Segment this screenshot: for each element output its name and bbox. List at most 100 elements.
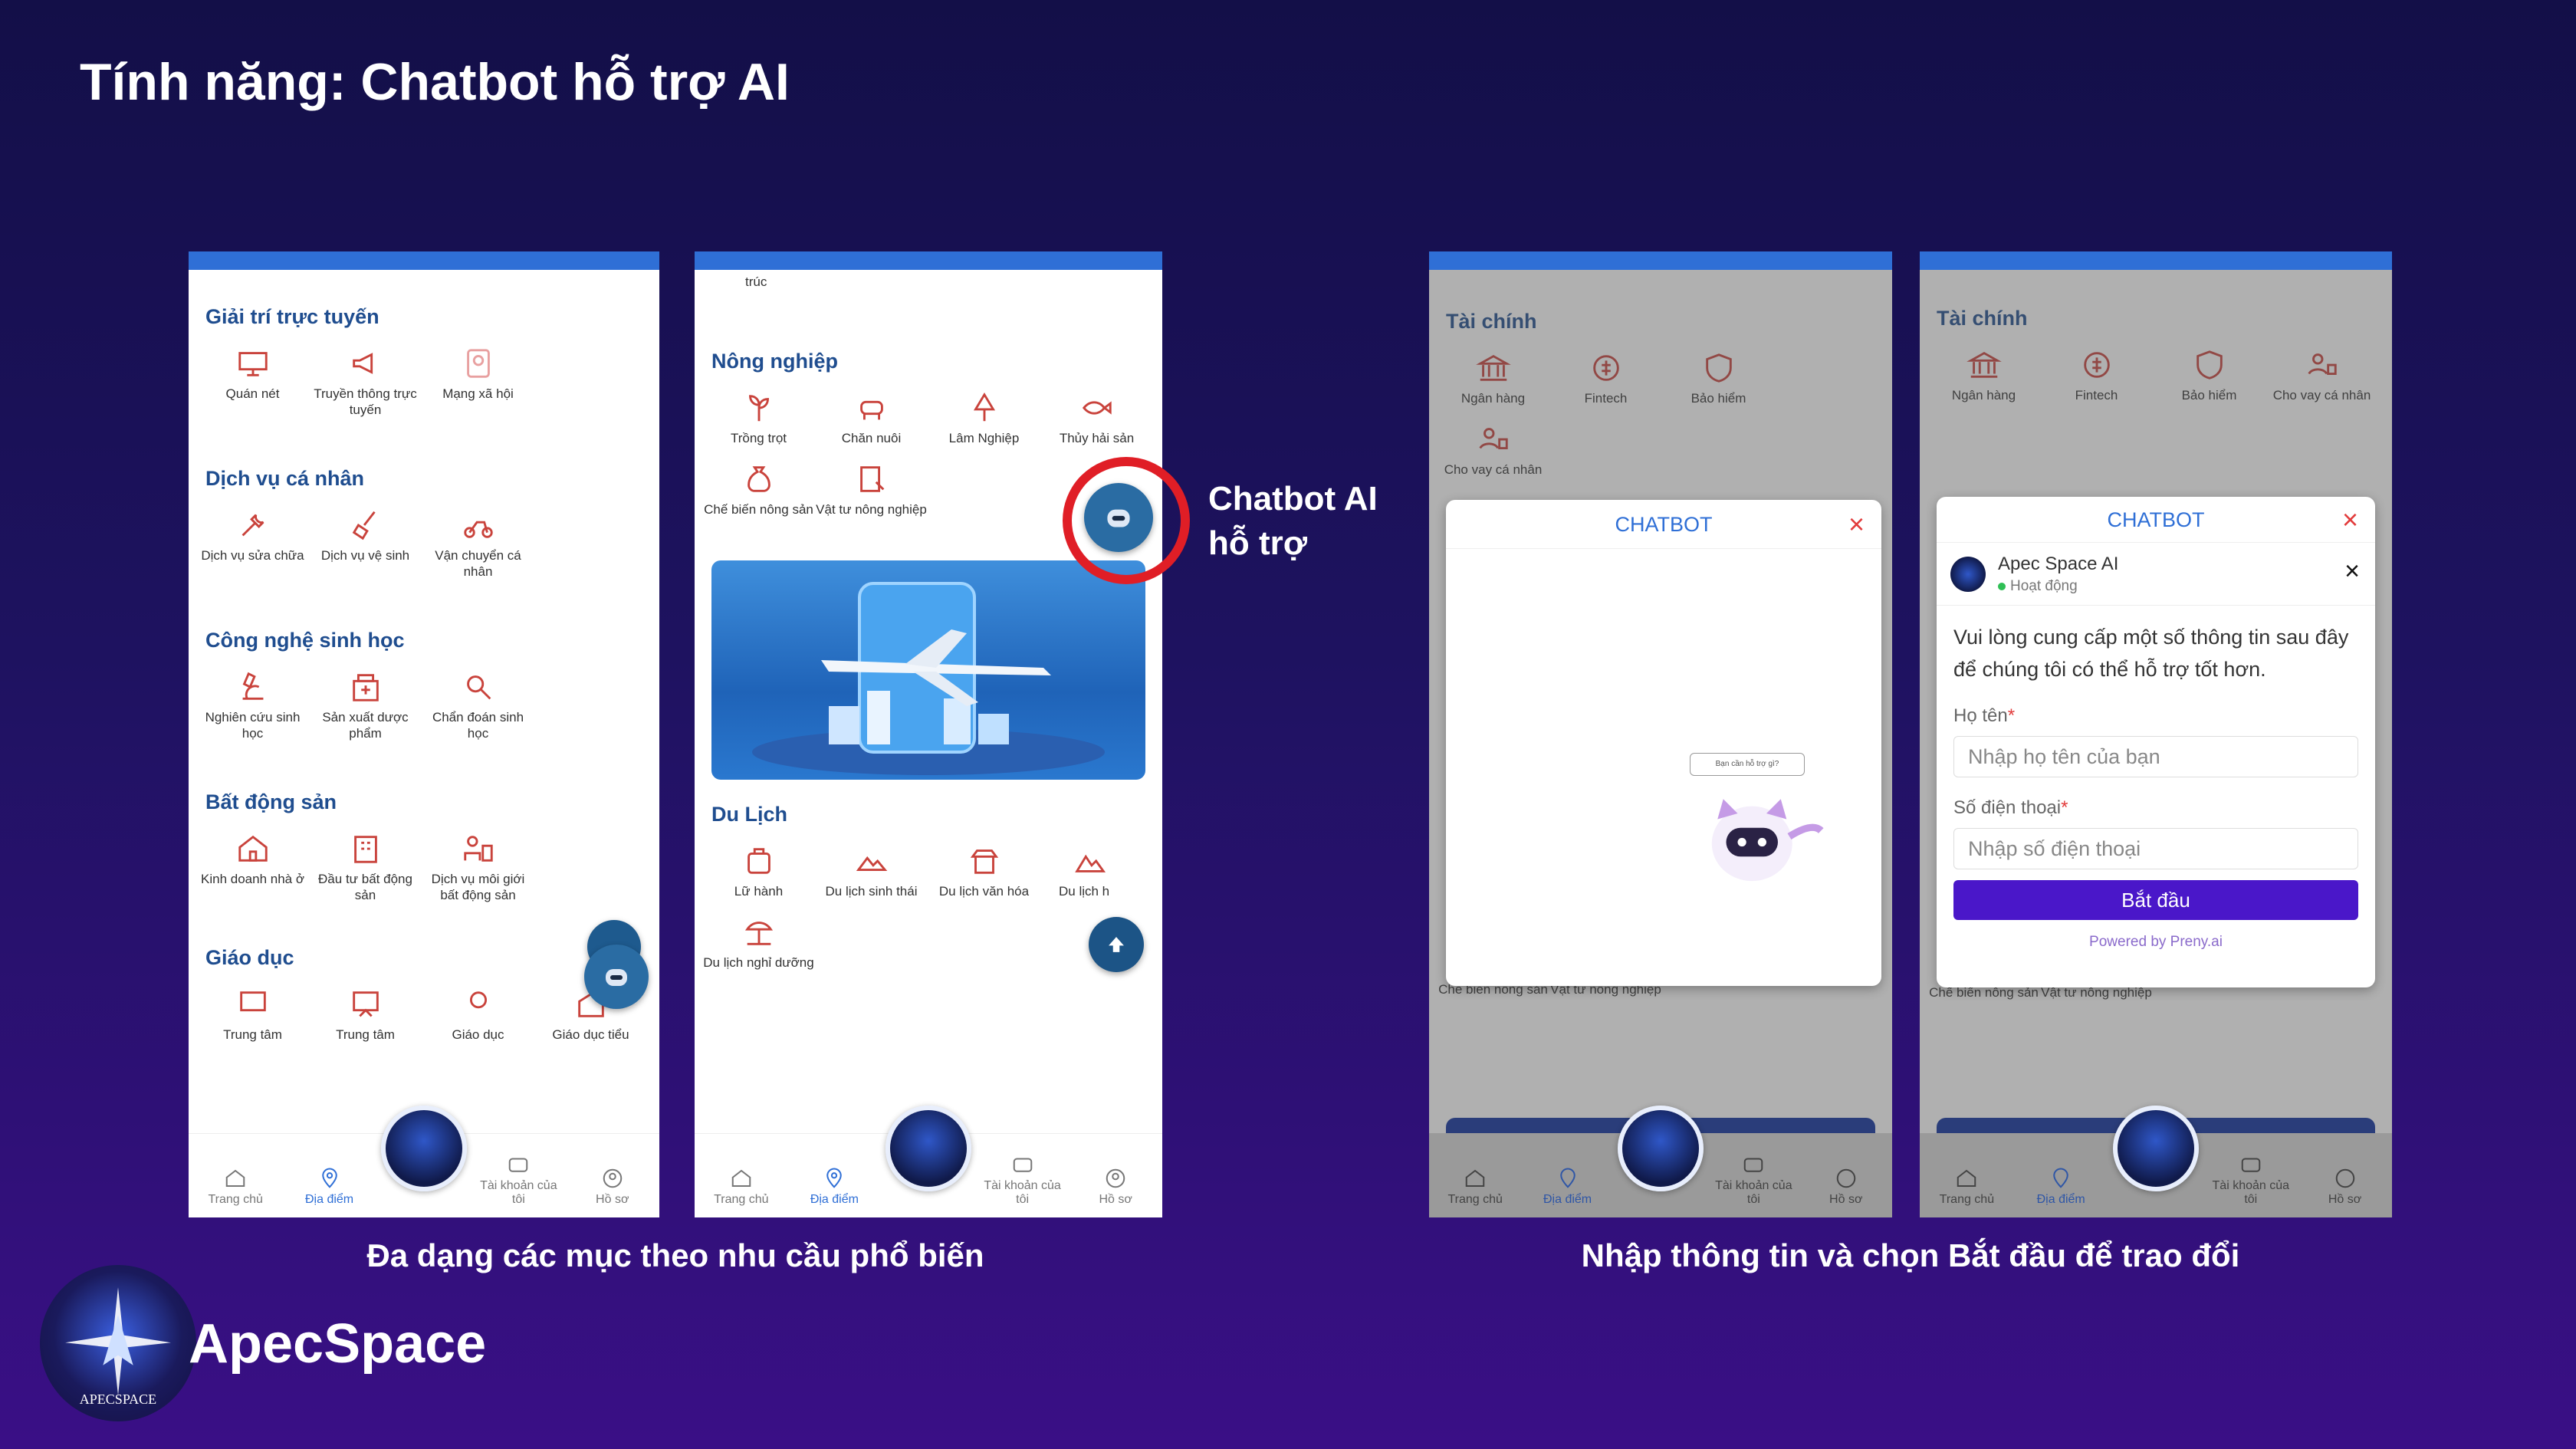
callout-ring <box>1063 457 1190 584</box>
location-pin-icon <box>826 1168 843 1188</box>
nav-account[interactable]: Tài khoản của tôi <box>981 1153 1065 1207</box>
fish-icon <box>1082 401 1112 415</box>
agent-header: Apec Space AI Hoạt động × <box>1937 543 2375 606</box>
category-item[interactable]: Đầu tư bất động sản <box>309 831 422 903</box>
nav-places[interactable]: Địa điểm <box>2019 1167 2103 1207</box>
category-item[interactable]: Du lịch văn hóa <box>928 843 1040 899</box>
chatbot-modal: CHATBOT × Apec Space AI Hoạt động × Vui … <box>1937 497 2375 987</box>
category-label: Dịch vụ sửa chữa <box>201 548 304 563</box>
nav-home[interactable]: Trang chủ <box>699 1167 784 1207</box>
category-item[interactable]: Du lịch sinh thái <box>815 843 928 899</box>
nav-profile[interactable]: Hồ sơ <box>1804 1167 1888 1207</box>
nav-account[interactable]: Tài khoản của tôi <box>1711 1153 1796 1207</box>
category-item[interactable]: Kinh doanh nhà ở <box>196 831 309 903</box>
category-label: Truyền thông trực tuyến <box>314 386 417 417</box>
category-item[interactable]: Du lịch h <box>1040 843 1153 899</box>
category-label: Trung tâm <box>336 1027 395 1042</box>
category-item[interactable]: Sản xuất dược phẩm <box>309 669 422 741</box>
category-label: Chế biến nông sản <box>704 502 813 517</box>
section-title: Du Lịch <box>711 803 787 826</box>
status-bar <box>189 251 659 270</box>
category-label: Dịch vụ vệ sinh <box>320 548 410 563</box>
nav-label: Hồ sơ <box>596 1193 629 1206</box>
nav-home[interactable]: Trang chủ <box>193 1167 278 1207</box>
close-icon[interactable]: × <box>1848 500 1865 549</box>
category-label: Chăn nuôi <box>841 431 902 445</box>
category-item[interactable]: Mạng xã hội <box>422 346 534 418</box>
caption-right: Nhập thông tin và chọn Bắt đầu để trao đ… <box>1581 1237 2240 1273</box>
phone-input[interactable]: Nhập số điện thoại <box>1953 828 2358 869</box>
category-item[interactable]: Quán nét <box>196 346 309 418</box>
brand-logo: APECSPACE <box>40 1265 196 1421</box>
category-item[interactable]: Thủy hải sản <box>1040 390 1153 446</box>
category-label: Chẩn đoán sinh học <box>432 710 524 741</box>
home-icon <box>1957 1169 1976 1187</box>
chatbot-modal: CHATBOT × Bạn cần hỗ trợ gì? <box>1446 500 1881 986</box>
category-item[interactable]: Lữ hành <box>702 843 815 899</box>
megaphone-icon <box>352 353 373 374</box>
nav-home[interactable]: Trang chủ <box>1924 1167 2009 1207</box>
category-item[interactable]: Vận chuyển cá nhân <box>422 508 534 580</box>
category-item[interactable]: Du lịch nghỉ dưỡng <box>702 915 815 971</box>
category-item[interactable]: Nghiên cứu sinh học <box>196 669 309 741</box>
name-input[interactable]: Nhập họ tên của bạn <box>1953 736 2358 777</box>
category-label: Thủy hải sản <box>1059 431 1135 445</box>
close-chat-icon[interactable]: × <box>2344 557 2360 586</box>
category-item[interactable]: Chế biến nông sản <box>702 462 815 518</box>
nav-places[interactable]: Địa điểm <box>792 1167 876 1207</box>
category-item[interactable]: Giáo dục <box>422 987 534 1043</box>
section-title: Nông nghiệp <box>711 350 838 373</box>
nav-profile[interactable]: Hồ sơ <box>1073 1167 1158 1207</box>
broker-icon <box>463 836 493 862</box>
beach-icon <box>744 922 773 945</box>
center-logo-button[interactable] <box>886 1106 971 1191</box>
close-icon[interactable]: × <box>2342 497 2358 543</box>
required-mark: * <box>2061 797 2068 818</box>
caption-left: Đa dạng các mục theo nhu cầu phổ biến <box>366 1237 984 1273</box>
center-logo-button[interactable] <box>1618 1106 1704 1191</box>
nav-profile[interactable]: Hồ sơ <box>570 1167 655 1207</box>
nav-label: Tài khoản của tôi <box>984 1179 1061 1206</box>
start-button[interactable]: Bắt đầu <box>1953 880 2358 920</box>
phone-label: Số điện thoại* <box>1953 797 2358 819</box>
nav-account[interactable]: Tài khoản của tôi <box>476 1153 560 1207</box>
arrow-up-icon <box>1109 937 1124 952</box>
category-item[interactable]: Chẩn đoán sinh học <box>422 669 534 741</box>
chatbot-header: CHATBOT × <box>1937 497 2375 543</box>
scroll-up-button[interactable] <box>1089 917 1144 972</box>
category-item[interactable]: Vật tư nông nghiệp <box>815 462 928 518</box>
category-item[interactable]: Lâm Nghiệp <box>928 390 1040 446</box>
broom-icon <box>352 511 376 540</box>
category-item[interactable]: Chăn nuôi <box>815 390 928 446</box>
chatbot-button[interactable] <box>584 945 649 1009</box>
name-label-text: Họ tên <box>1953 705 2008 726</box>
nav-places[interactable]: Địa điểm <box>1526 1167 1610 1207</box>
status-bar <box>1429 251 1892 270</box>
category-item[interactable]: Dịch vụ môi giới bất động sản <box>422 831 534 903</box>
category-item[interactable]: Trồng trọt <box>702 390 815 446</box>
chatbot-title: CHATBOT <box>1615 513 1713 536</box>
category-item[interactable]: Dịch vụ vệ sinh <box>309 508 422 580</box>
category-label: Giáo dục <box>452 1027 504 1042</box>
travel-banner[interactable] <box>711 560 1145 780</box>
nav-label: Địa điểm <box>305 1193 354 1206</box>
agent-avatar <box>1950 557 1986 592</box>
social-network-icon <box>466 349 490 378</box>
location-pin-icon <box>321 1168 337 1188</box>
category-item[interactable]: Truyền thông trực tuyến <box>309 346 422 418</box>
category-item[interactable]: Trung tâm <box>196 987 309 1043</box>
center-logo-button[interactable] <box>381 1106 467 1191</box>
nav-profile[interactable]: Hồ sơ <box>2303 1167 2387 1207</box>
nav-home[interactable]: Trang chủ <box>1433 1167 1517 1207</box>
nav-account[interactable]: Tài khoản của tôi <box>2209 1153 2293 1207</box>
nav-places[interactable]: Địa điểm <box>288 1167 372 1207</box>
wrench-icon <box>242 514 264 537</box>
user-icon <box>603 1168 622 1188</box>
category-label: Du lịch nghỉ dưỡng <box>703 955 814 970</box>
category-item[interactable]: Dịch vụ sửa chữa <box>196 508 309 580</box>
center-logo-button[interactable] <box>2113 1106 2199 1191</box>
cow-icon <box>859 400 883 420</box>
eco-tour-icon <box>856 856 887 871</box>
certificate-icon <box>239 991 266 1012</box>
category-item[interactable]: Trung tâm <box>309 987 422 1043</box>
